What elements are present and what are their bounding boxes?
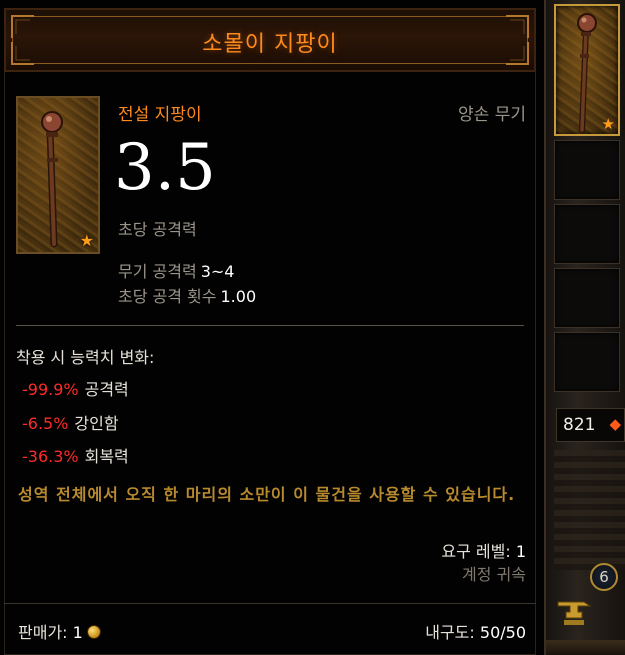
weapon-damage-value: 3~4 — [200, 262, 235, 281]
dps-value: 3.5 — [114, 131, 216, 205]
sell-price: 판매가: 1 — [18, 619, 101, 643]
attack-speed-stat: 초당 공격 횟수 1.00 — [118, 283, 256, 307]
sidebar-ornament — [554, 450, 625, 570]
stat-change-label: 강인함 — [74, 414, 119, 433]
item-rarity-name: 전설 지팡이 — [118, 105, 202, 125]
tooltip-header: 소몰이 지팡이 — [4, 8, 536, 72]
star-icon: ★ — [601, 115, 615, 133]
item-title: 소몰이 지팡이 — [202, 32, 338, 57]
anvil-icon[interactable] — [554, 592, 594, 632]
stat-change-value: -36.3% — [22, 447, 79, 466]
item-icon-frame: ★ — [16, 96, 100, 254]
dps-label: 초당 공격력 — [118, 220, 197, 239]
currency-amount: 821 — [563, 415, 596, 435]
account-bound-label: 계정 귀속 — [462, 565, 526, 584]
sidebar-frame — [546, 640, 625, 655]
sell-price-label: 판매가: — [18, 623, 68, 642]
required-level-label: 요구 레벨: — [441, 542, 511, 561]
durability: 내구도: 50/50 — [425, 619, 526, 643]
currency-display: 821 ◆ — [556, 408, 625, 442]
inventory-slot[interactable] — [554, 204, 620, 264]
durability-value: 50/50 — [479, 623, 526, 642]
gold-coin-icon — [86, 625, 101, 639]
blood-shard-icon: ◆ — [609, 415, 621, 433]
stat-change-label: 공격력 — [84, 380, 129, 399]
inventory-slot[interactable] — [554, 140, 620, 200]
attack-speed-value: 1.00 — [220, 287, 257, 306]
stat-change-row: -36.3% 회복력 — [22, 443, 129, 467]
required-level: 요구 레벨: 1 — [441, 538, 526, 562]
stat-change-row: -99.9% 공격력 — [22, 376, 129, 400]
inventory-slot[interactable] — [554, 268, 620, 328]
attack-speed-label: 초당 공격 횟수 — [118, 287, 217, 306]
stat-change-value: -99.9% — [22, 380, 79, 399]
staff-icon — [41, 111, 63, 248]
item-tooltip: 소몰이 지팡이 ★ 전설 지팡이 양손 무기 3.5 초당 공격력 무기 공격력… — [0, 0, 546, 655]
star-icon: ★ — [79, 231, 94, 250]
inventory-slot-equipped-staff[interactable]: ★ — [554, 4, 620, 136]
weapon-damage-label: 무기 공격력 — [118, 262, 197, 281]
stat-change-row: -6.5% 강인함 — [22, 410, 119, 434]
durability-label: 내구도: — [425, 623, 475, 642]
stat-change-label: 회복력 — [84, 447, 129, 466]
equip-changes-title: 착용 시 능력치 변화: — [16, 348, 155, 367]
divider — [4, 603, 536, 604]
inventory-slot[interactable] — [554, 332, 620, 392]
required-level-value: 1 — [515, 542, 526, 561]
sell-price-value: 1 — [72, 623, 83, 642]
level-badge[interactable]: 6 — [590, 563, 618, 591]
item-type: 양손 무기 — [458, 105, 526, 125]
flavor-text: 성역 전체에서 오직 한 마리의 소만이 이 물건을 사용할 수 있습니다. — [18, 485, 516, 504]
weapon-damage-stat: 무기 공격력 3~4 — [118, 258, 234, 282]
divider — [16, 325, 524, 326]
stat-change-value: -6.5% — [22, 414, 69, 433]
